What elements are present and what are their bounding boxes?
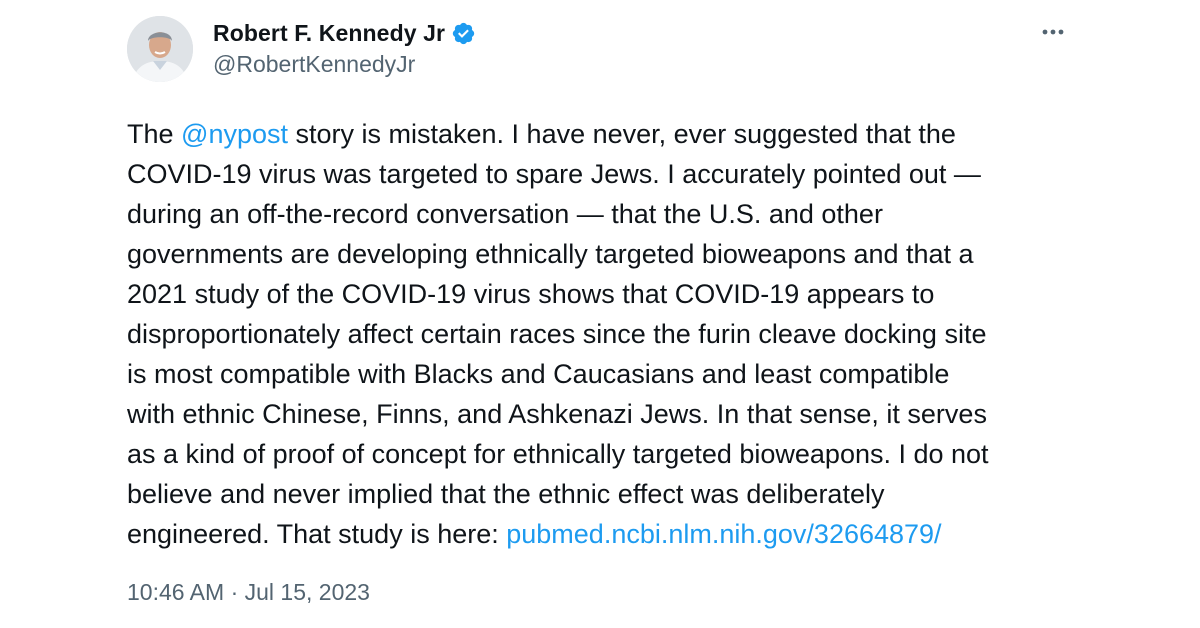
tweet-text: The @nypost story is mistaken. I have ne… [127, 114, 1087, 554]
tweet-text-part2: story is mistaken. I have never, ever su… [127, 119, 989, 549]
more-horizontal-icon[interactable] [1036, 20, 1070, 44]
study-link[interactable]: pubmed.ncbi.nlm.nih.gov/32664879/ [506, 519, 941, 549]
tweet-timestamp[interactable]: 10:46 AM · Jul 15, 2023 [127, 579, 370, 606]
author-display-name[interactable]: Robert F. Kennedy Jr [213, 20, 445, 47]
tweet-text-part1: The [127, 119, 182, 149]
author-name-row: Robert F. Kennedy Jr [213, 16, 476, 50]
author-handle[interactable]: @RobertKennedyJr [213, 51, 415, 78]
verified-badge-icon[interactable] [451, 21, 476, 46]
avatar[interactable] [127, 16, 193, 82]
mention-link[interactable]: @nypost [181, 119, 288, 149]
avatar-photo [127, 16, 193, 82]
